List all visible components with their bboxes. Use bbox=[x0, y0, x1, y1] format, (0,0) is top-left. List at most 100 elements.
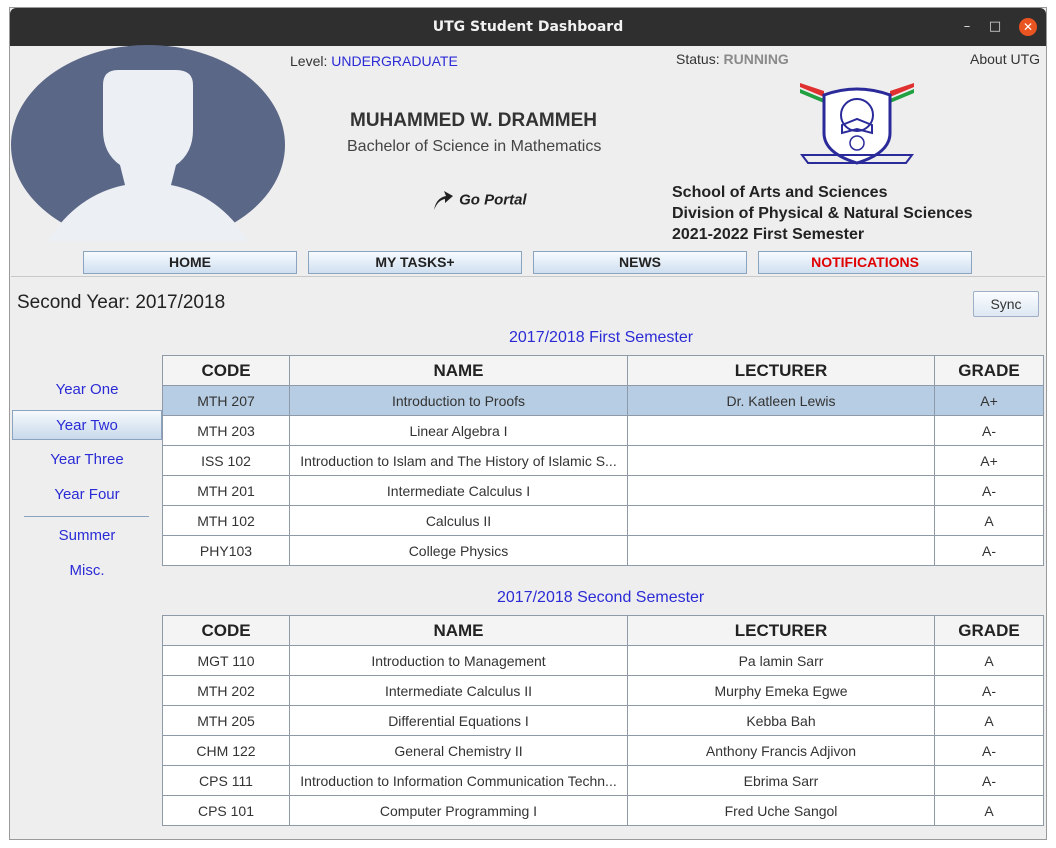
course-lecturer: Anthony Francis Adjivon bbox=[627, 735, 935, 766]
table-row[interactable]: MTH 201 Intermediate Calculus I A- bbox=[162, 475, 1044, 506]
course-grade: A- bbox=[934, 765, 1044, 796]
window-title: UTG Student Dashboard bbox=[432, 19, 624, 35]
app-window: UTG Student Dashboard – □ ✕ Level: UNDER… bbox=[9, 7, 1047, 840]
course-grade: A bbox=[934, 645, 1044, 676]
course-code: ISS 102 bbox=[162, 445, 290, 476]
student-name: MUHAMMED W. DRAMMEH bbox=[350, 110, 597, 131]
course-lecturer: Pa lamin Sarr bbox=[627, 645, 935, 676]
course-code: MTH 207 bbox=[162, 385, 290, 416]
column-header-code[interactable]: CODE bbox=[162, 615, 290, 646]
table-row[interactable]: CPS 101 Computer Programming I Fred Uche… bbox=[162, 795, 1044, 826]
table-row[interactable]: PHY103 College Physics A- bbox=[162, 535, 1044, 566]
title-bar[interactable]: UTG Student Dashboard – □ ✕ bbox=[10, 8, 1046, 46]
second-semester-table: CODE NAME LECTURER GRADE MGT 110 Introdu… bbox=[162, 615, 1044, 826]
table-row[interactable]: CPS 111 Introduction to Information Comm… bbox=[162, 765, 1044, 796]
course-code: CPS 111 bbox=[162, 765, 290, 796]
table-header-row: CODE NAME LECTURER GRADE bbox=[162, 355, 1044, 386]
sidebar-item-year-three[interactable]: Year Three bbox=[12, 445, 162, 475]
column-header-grade[interactable]: GRADE bbox=[934, 355, 1044, 386]
course-code: MGT 110 bbox=[162, 645, 290, 676]
table-row[interactable]: CHM 122 General Chemistry II Anthony Fra… bbox=[162, 735, 1044, 766]
course-lecturer: Ebrima Sarr bbox=[627, 765, 935, 796]
status-row: Status: RUNNING bbox=[676, 51, 789, 67]
column-header-grade[interactable]: GRADE bbox=[934, 615, 1044, 646]
column-header-lecturer[interactable]: LECTURER bbox=[627, 615, 935, 646]
school-name: School of Arts and Sciences bbox=[672, 184, 888, 201]
table-row[interactable]: MTH 207 Introduction to Proofs Dr. Katle… bbox=[162, 385, 1044, 416]
division-name: Division of Physical & Natural Sciences bbox=[672, 205, 973, 222]
table-header-row: CODE NAME LECTURER GRADE bbox=[162, 615, 1044, 646]
course-grade: A- bbox=[934, 735, 1044, 766]
go-portal-link[interactable]: Go Portal bbox=[432, 188, 527, 212]
course-name: Intermediate Calculus II bbox=[289, 675, 628, 706]
course-name: Linear Algebra I bbox=[289, 415, 628, 446]
table-row[interactable]: MTH 205 Differential Equations I Kebba B… bbox=[162, 705, 1044, 736]
current-semester: 2021-2022 First Semester bbox=[672, 226, 865, 243]
sync-button[interactable]: Sync bbox=[973, 291, 1039, 317]
column-header-name[interactable]: NAME bbox=[289, 355, 628, 386]
column-header-name[interactable]: NAME bbox=[289, 615, 628, 646]
sidebar-item-summer[interactable]: Summer bbox=[12, 521, 162, 551]
course-name: General Chemistry II bbox=[289, 735, 628, 766]
table-row[interactable]: MTH 102 Calculus II A bbox=[162, 505, 1044, 536]
minimize-button[interactable]: – bbox=[958, 18, 976, 36]
maximize-button[interactable]: □ bbox=[986, 18, 1004, 36]
course-lecturer bbox=[627, 445, 935, 476]
course-lecturer: Murphy Emeka Egwe bbox=[627, 675, 935, 706]
table-row[interactable]: MTH 203 Linear Algebra I A- bbox=[162, 415, 1044, 446]
course-grade: A bbox=[934, 505, 1044, 536]
course-name: Intermediate Calculus I bbox=[289, 475, 628, 506]
go-portal-label: Go Portal bbox=[459, 191, 527, 209]
course-grade: A- bbox=[934, 415, 1044, 446]
sidebar-item-year-four[interactable]: Year Four bbox=[12, 480, 162, 510]
course-code: MTH 201 bbox=[162, 475, 290, 506]
course-lecturer bbox=[627, 505, 935, 536]
course-lecturer: Kebba Bah bbox=[627, 705, 935, 736]
course-grade: A+ bbox=[934, 445, 1044, 476]
course-grade: A+ bbox=[934, 385, 1044, 416]
utg-logo bbox=[794, 83, 920, 171]
main-panel: Second Year: 2017/2018 Sync Year One Yea… bbox=[11, 276, 1045, 839]
course-name: College Physics bbox=[289, 535, 628, 566]
course-code: CHM 122 bbox=[162, 735, 290, 766]
level-row: Level: UNDERGRADUATE bbox=[290, 53, 458, 69]
course-grade: A bbox=[934, 705, 1044, 736]
home-button[interactable]: HOME bbox=[83, 251, 297, 274]
column-header-lecturer[interactable]: LECTURER bbox=[627, 355, 935, 386]
first-semester-title: 2017/2018 First Semester bbox=[509, 329, 694, 346]
sidebar-item-year-two[interactable]: Year Two bbox=[12, 410, 162, 440]
column-header-code[interactable]: CODE bbox=[162, 355, 290, 386]
sidebar-item-year-one[interactable]: Year One bbox=[12, 375, 162, 405]
course-name: Introduction to Proofs bbox=[289, 385, 628, 416]
course-grade: A- bbox=[934, 675, 1044, 706]
first-semester-table: CODE NAME LECTURER GRADE MTH 207 Introdu… bbox=[162, 355, 1044, 566]
course-name: Introduction to Information Communicatio… bbox=[289, 765, 628, 796]
course-code: PHY103 bbox=[162, 535, 290, 566]
sidebar-item-misc[interactable]: Misc. bbox=[12, 556, 162, 586]
course-lecturer bbox=[627, 535, 935, 566]
course-name: Calculus II bbox=[289, 505, 628, 536]
course-code: MTH 205 bbox=[162, 705, 290, 736]
table-row[interactable]: MGT 110 Introduction to Management Pa la… bbox=[162, 645, 1044, 676]
degree-program: Bachelor of Science in Mathematics bbox=[347, 138, 602, 155]
news-button[interactable]: NEWS bbox=[533, 251, 747, 274]
course-grade: A- bbox=[934, 475, 1044, 506]
sidebar-divider bbox=[24, 516, 149, 517]
course-code: CPS 101 bbox=[162, 795, 290, 826]
course-lecturer: Fred Uche Sangol bbox=[627, 795, 935, 826]
my-tasks-button[interactable]: MY TASKS+ bbox=[308, 251, 522, 274]
course-lecturer bbox=[627, 415, 935, 446]
arrow-up-right-icon bbox=[434, 191, 453, 210]
course-grade: A bbox=[934, 795, 1044, 826]
table-row[interactable]: MTH 202 Intermediate Calculus II Murphy … bbox=[162, 675, 1044, 706]
course-lecturer bbox=[627, 475, 935, 506]
avatar-icon bbox=[11, 45, 285, 241]
avatar bbox=[11, 45, 286, 241]
about-link[interactable]: About UTG bbox=[970, 51, 1040, 67]
status-value: RUNNING bbox=[723, 51, 789, 67]
course-code: MTH 102 bbox=[162, 505, 290, 536]
course-grade: A- bbox=[934, 535, 1044, 566]
table-row[interactable]: ISS 102 Introduction to Islam and The Hi… bbox=[162, 445, 1044, 476]
close-button[interactable]: ✕ bbox=[1019, 18, 1037, 36]
notifications-button[interactable]: NOTIFICATIONS bbox=[758, 251, 972, 274]
